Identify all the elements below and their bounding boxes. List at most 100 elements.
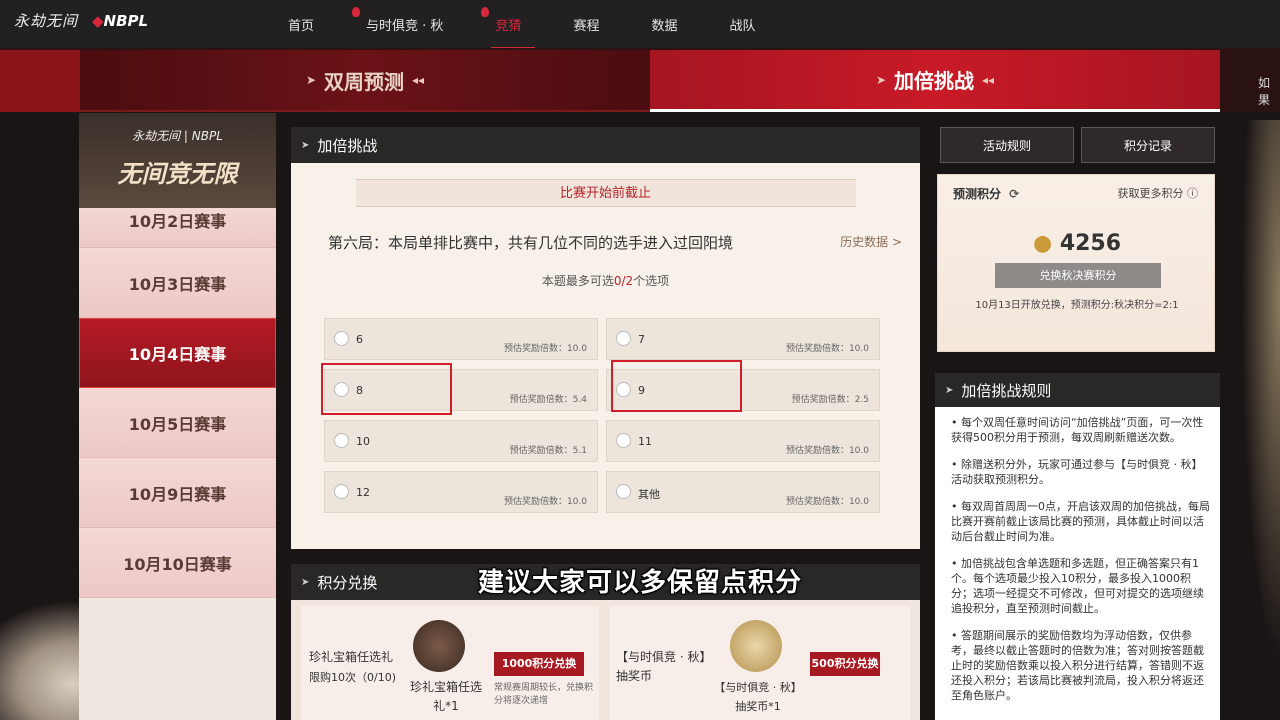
sidebar-item-oct4[interactable]: 10月4日赛事 bbox=[79, 318, 276, 388]
card-limit: 限购10次（0/10) bbox=[309, 671, 396, 684]
nav-event[interactable]: 与时俱竞 · 秋 bbox=[352, 6, 443, 34]
tab-biweekly-prediction[interactable]: ➤ 双周预测 ◂◂ bbox=[80, 50, 650, 112]
exchange-note: 10月13日开放兑换，预测积分:秋决积分=2:1 bbox=[975, 300, 1179, 311]
selection-limit: 本题最多可选0/2个选项 bbox=[291, 272, 920, 289]
odds-value: 5.4 bbox=[572, 395, 587, 405]
option-value: 其他 bbox=[638, 488, 660, 501]
option-odds: 预估奖励倍数：5.1 bbox=[510, 443, 587, 456]
option-odds: 预估奖励倍数：10.0 bbox=[786, 341, 869, 354]
video-subtitle: 建议大家可以多保留点积分 bbox=[477, 568, 802, 598]
odds-label: 预估奖励倍数： bbox=[503, 344, 567, 354]
rules-header: ➤ 加倍挑战规则 bbox=[935, 373, 1220, 407]
points-record-button[interactable]: 积分记录 bbox=[1081, 127, 1215, 163]
flame-dot-icon bbox=[352, 6, 361, 17]
radio-button[interactable] bbox=[334, 433, 349, 448]
points-value: 4256 bbox=[1059, 231, 1122, 256]
card-name: 【与时俱竞 · 秋】抽奖币 bbox=[616, 650, 712, 683]
limit-suffix: 个选项 bbox=[633, 274, 670, 288]
option-6[interactable]: 6 预估奖励倍数：10.0 bbox=[324, 318, 598, 360]
nav-predict-label: 竞猜 bbox=[495, 18, 522, 34]
odds-value: 10.0 bbox=[848, 497, 869, 507]
odds-value: 10.0 bbox=[848, 446, 869, 456]
points-label-row: 预测积分 ⟳ bbox=[953, 185, 1019, 202]
sidebar-item-oct5[interactable]: 10月5日赛事 bbox=[79, 388, 276, 458]
odds-value: 5.1 bbox=[572, 446, 587, 456]
tab-double-challenge[interactable]: ➤ 加倍挑战 ◂◂ bbox=[650, 50, 1220, 112]
exchange-card-chest: 珍礼宝箱任选礼 限购10次（0/10) 珍礼宝箱任选礼*1 1000积分兑换 常… bbox=[301, 606, 599, 720]
exchange-1000-button[interactable]: 1000积分兑换 bbox=[494, 652, 584, 676]
sidebar-item-oct3[interactable]: 10月3日赛事 bbox=[79, 248, 276, 318]
refresh-icon[interactable]: ⟳ bbox=[1009, 187, 1019, 201]
game-logo[interactable]: 永劫无间 bbox=[14, 10, 78, 31]
radio-button[interactable] bbox=[616, 433, 631, 448]
sidebar-logo-brands: 永劫无间 | NBPL bbox=[132, 129, 223, 143]
option-value: 10 bbox=[356, 435, 370, 448]
nbpl-logo[interactable]: ◆NBPL bbox=[92, 12, 148, 30]
sidebar-item-oct2[interactable]: 10月2日赛事 bbox=[79, 208, 276, 248]
radio-button[interactable] bbox=[334, 331, 349, 346]
odds-label: 预估奖励倍数： bbox=[785, 497, 849, 507]
odds-value: 2.5 bbox=[854, 395, 869, 405]
challenge-rules-panel: ➤ 加倍挑战规则 • 每个双周任意时间访问“加倍挑战”页面，可一次性获得500积… bbox=[935, 373, 1220, 720]
arrow-right-icon: ➤ bbox=[301, 139, 310, 151]
odds-label: 预估奖励倍数： bbox=[503, 497, 567, 507]
challenge-panel: ➤ 加倍挑战 比赛开始前截止 第六局：本局单排比赛中，共有几位不同的选手进入过回… bbox=[291, 127, 920, 549]
prediction-points-card: 预测积分 ⟳ 获取更多积分 ⓘ ● 4256 兑换秋决赛积分 10月13日开放兑… bbox=[937, 174, 1215, 352]
limit-count: 0/2 bbox=[613, 274, 634, 288]
option-other[interactable]: 其他 预估奖励倍数：10.0 bbox=[606, 471, 880, 513]
option-odds: 预估奖励倍数：10.0 bbox=[504, 341, 587, 354]
odds-label: 预估奖励倍数： bbox=[785, 344, 849, 354]
rules-body: • 每个双周任意时间访问“加倍挑战”页面，可一次性获得500积分用于预测，每双周… bbox=[935, 407, 1220, 703]
help-icon: ⓘ bbox=[1187, 187, 1198, 200]
highlight-box-option-8 bbox=[321, 363, 452, 415]
odds-label: 预估奖励倍数： bbox=[791, 395, 855, 405]
nav-predict[interactable]: 竞猜 bbox=[481, 6, 536, 49]
exchange-final-points-button[interactable]: 兑换秋决赛积分 bbox=[995, 263, 1161, 288]
sidebar-logo-slogan: 无间竞无限 bbox=[117, 159, 238, 188]
activity-rules-button[interactable]: 活动规则 bbox=[940, 127, 1074, 163]
more-points-link[interactable]: 获取更多积分 ⓘ bbox=[1118, 185, 1199, 201]
option-value: 12 bbox=[356, 486, 370, 499]
option-odds: 预估奖励倍数：10.0 bbox=[504, 494, 587, 507]
more-points-label: 获取更多积分 bbox=[1117, 187, 1184, 200]
arrow-left-icon: ◂◂ bbox=[412, 73, 425, 87]
card-note: 常规赛周期较长，兑换积分将逐次递增 bbox=[494, 683, 594, 706]
radio-button[interactable] bbox=[616, 331, 631, 346]
nav-home[interactable]: 首页 bbox=[288, 15, 314, 34]
points-label: 预测积分 bbox=[953, 187, 1002, 201]
top-nav: 永劫无间 ◆NBPL 首页 与时俱竞 · 秋 竞猜 赛程 数据 战队 bbox=[0, 0, 1280, 49]
banner-edge-left bbox=[0, 50, 80, 112]
rule-item: • 除赠送积分外，玩家可通过参与【与时俱竞 · 秋】活动获取预测积分。 bbox=[951, 458, 1203, 486]
nav-schedule[interactable]: 赛程 bbox=[573, 15, 599, 34]
exchange-card-coin: 【与时俱竞 · 秋】抽奖币 【与时俱竞 · 秋】抽奖币*1 500积分兑换 bbox=[610, 606, 910, 720]
option-12[interactable]: 12 预估奖励倍数：10.0 bbox=[324, 471, 598, 513]
option-7[interactable]: 7 预估奖励倍数：10.0 bbox=[606, 318, 880, 360]
odds-value: 10.0 bbox=[566, 344, 587, 354]
radio-button[interactable] bbox=[334, 484, 349, 499]
arrow-right-icon: ➤ bbox=[305, 73, 316, 87]
arrow-right-icon: ➤ bbox=[945, 384, 954, 396]
sidebar-logo: 永劫无间 | NBPL 无间竞无限 bbox=[79, 113, 276, 208]
rule-item: • 每双周首周周一0点，开启该双周的加倍挑战，每局比赛开赛前截止该局比赛的预测，… bbox=[951, 500, 1210, 543]
option-odds: 预估奖励倍数：5.4 bbox=[510, 392, 587, 405]
option-10[interactable]: 10 预估奖励倍数：5.1 bbox=[324, 420, 598, 462]
coin-stack-icon: ● bbox=[1032, 231, 1053, 256]
option-value: 7 bbox=[638, 333, 645, 346]
history-data-link[interactable]: 历史数据 > bbox=[840, 233, 902, 250]
lottery-coin-icon bbox=[730, 620, 782, 672]
card-name: 珍礼宝箱任选礼 bbox=[309, 650, 394, 664]
option-odds: 预估奖励倍数：2.5 bbox=[792, 392, 869, 405]
odds-label: 预估奖励倍数： bbox=[785, 446, 849, 456]
odds-value: 10.0 bbox=[848, 344, 869, 354]
nav-data[interactable]: 数据 bbox=[651, 15, 677, 34]
panel-header: ➤ 加倍挑战 bbox=[291, 127, 920, 163]
option-11[interactable]: 11 预估奖励倍数：10.0 bbox=[606, 420, 880, 462]
banner-edge-right[interactable]: 如果 bbox=[1220, 50, 1280, 112]
dragon-decoration-right bbox=[1235, 120, 1280, 720]
exchange-500-button[interactable]: 500积分兑换 bbox=[810, 652, 880, 676]
nav-teams[interactable]: 战队 bbox=[729, 15, 755, 34]
sidebar-item-oct9[interactable]: 10月9日赛事 bbox=[79, 458, 276, 528]
radio-button[interactable] bbox=[616, 484, 631, 499]
panel-title: 加倍挑战 bbox=[317, 136, 378, 155]
odds-label: 预估奖励倍数： bbox=[509, 446, 573, 456]
